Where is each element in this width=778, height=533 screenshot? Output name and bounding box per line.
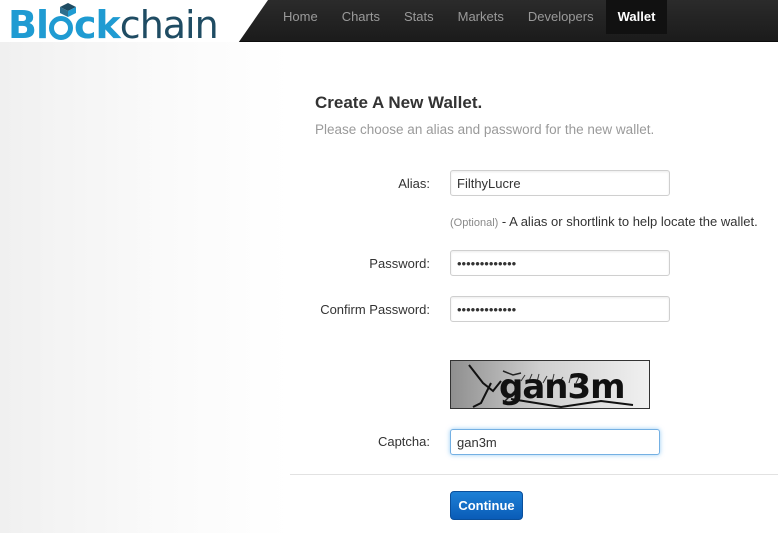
password-label: Password: bbox=[369, 256, 430, 271]
optional-tag: (Optional) bbox=[450, 217, 499, 229]
nav-wallet[interactable]: Wallet bbox=[605, 0, 668, 34]
confirm-password-input[interactable] bbox=[450, 296, 670, 322]
cube-icon bbox=[60, 3, 76, 17]
logo-o-ring bbox=[49, 16, 73, 40]
nav-markets[interactable]: Markets bbox=[446, 0, 516, 34]
logo-text-ck: ck bbox=[74, 3, 121, 47]
continue-button[interactable]: Continue bbox=[450, 491, 523, 520]
captcha-label: Captcha: bbox=[377, 434, 430, 449]
alias-help-text: (Optional) - A alias or shortlink to hel… bbox=[450, 214, 758, 229]
alias-help-description: - A alias or shortlink to help locate th… bbox=[498, 214, 758, 229]
captcha-input[interactable] bbox=[450, 429, 660, 455]
alias-label: Alias: bbox=[398, 176, 430, 191]
nav-charts[interactable]: Charts bbox=[330, 0, 392, 34]
nav-stats[interactable]: Stats bbox=[392, 0, 446, 34]
nav-developers[interactable]: Developers bbox=[516, 0, 606, 34]
blockchain-logo[interactable]: Bl ck chain bbox=[8, 3, 219, 47]
main-nav: Home Charts Stats Markets Developers Wal… bbox=[271, 0, 668, 34]
captcha-image: gan3m bbox=[450, 360, 650, 409]
form-panel bbox=[290, 42, 778, 533]
page-subtitle: Please choose an alias and password for … bbox=[315, 122, 655, 137]
logo-text-chain: chain bbox=[119, 3, 219, 47]
confirm-password-label: Confirm Password: bbox=[320, 302, 430, 317]
form-divider bbox=[290, 474, 778, 475]
captcha-image-text: gan3m bbox=[499, 367, 626, 407]
password-input[interactable] bbox=[450, 250, 670, 276]
nav-home[interactable]: Home bbox=[271, 0, 330, 34]
page-content bbox=[0, 42, 778, 533]
logo-text-bl: Bl bbox=[8, 3, 49, 47]
page-title: Create A New Wallet. bbox=[315, 93, 483, 112]
alias-input[interactable] bbox=[450, 170, 670, 196]
